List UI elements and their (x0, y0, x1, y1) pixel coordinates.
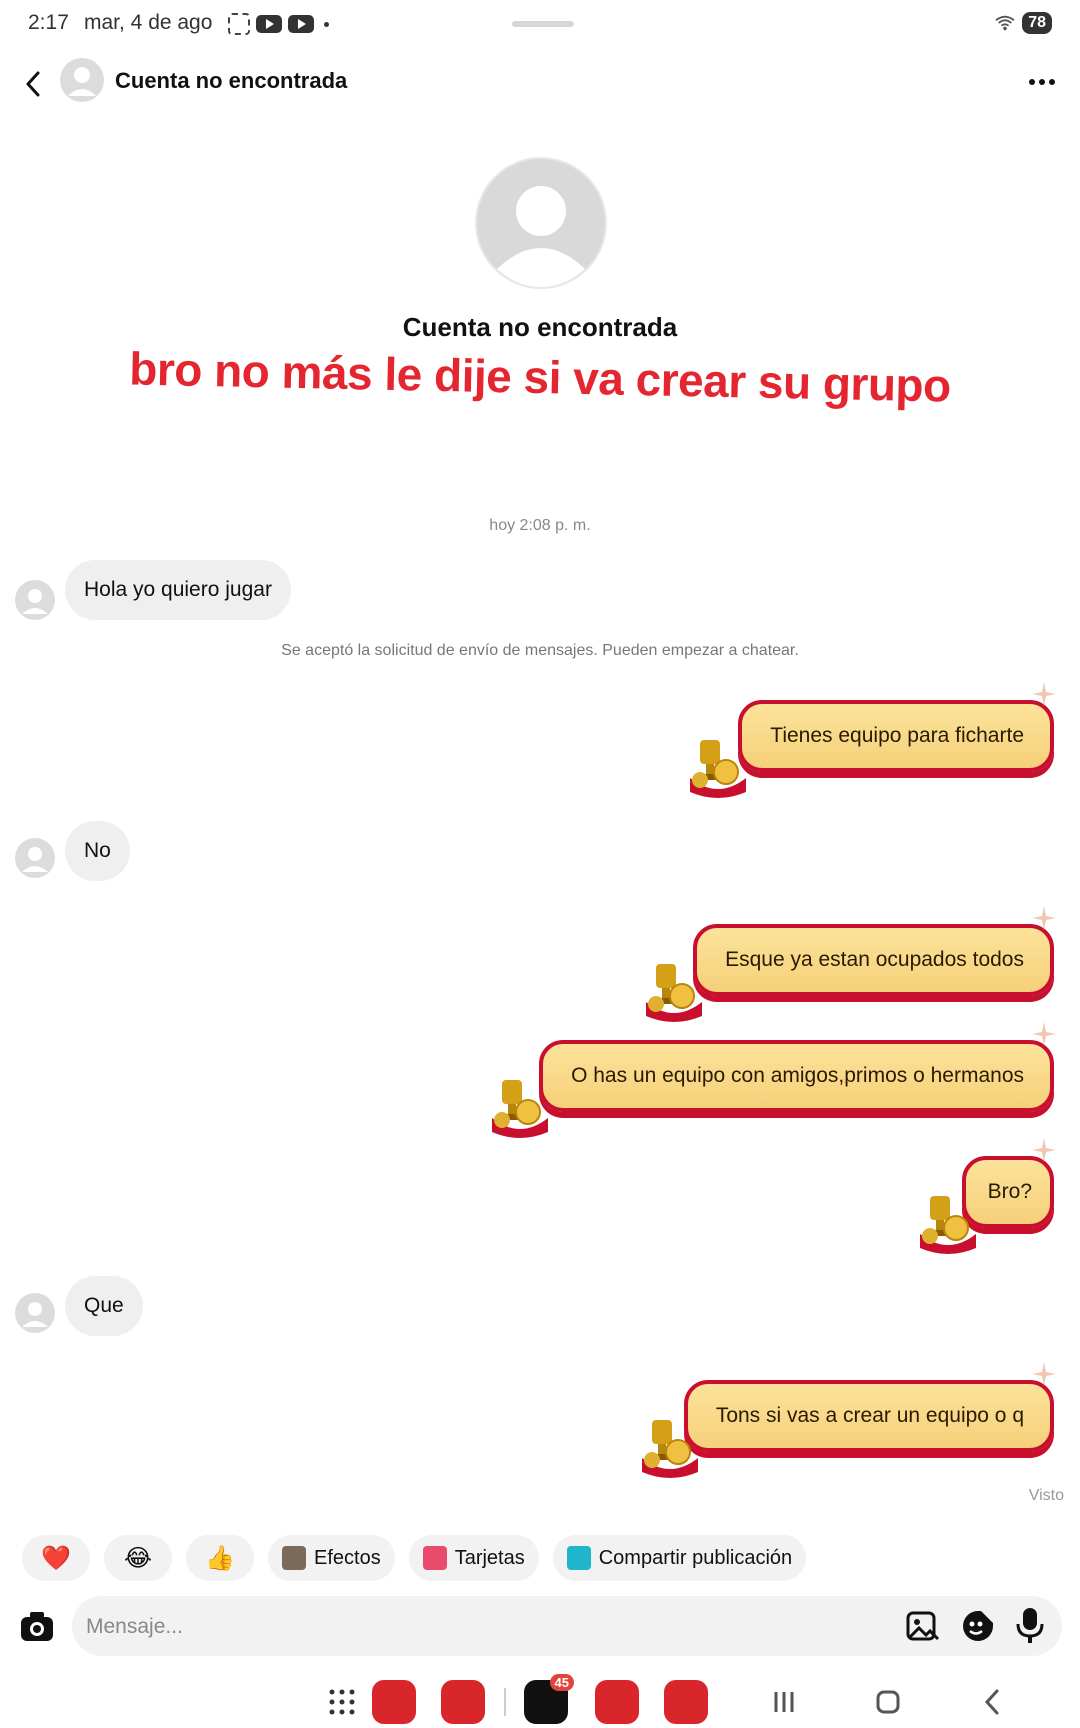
message-bubble: Esque ya estan ocupados todos (693, 924, 1054, 996)
gallery-icon[interactable] (906, 1609, 940, 1643)
cards-button[interactable]: Tarjetas (408, 1535, 539, 1581)
status-date: mar, 4 de ago (84, 11, 213, 34)
effects-button[interactable]: Efectos (268, 1535, 395, 1581)
status-notification-icons (228, 13, 329, 35)
recent-apps-icon[interactable] (762, 1680, 806, 1724)
outgoing-message[interactable]: Bro? (920, 1138, 1064, 1254)
microphone-icon[interactable] (1015, 1606, 1045, 1644)
notes-app-icon[interactable] (372, 1680, 416, 1724)
wifi-icon (995, 15, 1015, 31)
sparkle-icon (1032, 682, 1056, 706)
trophy-icon (646, 964, 702, 1022)
sparkle-icon (1032, 1022, 1056, 1046)
message-bubble: Tienes equipo para ficharte (738, 700, 1054, 772)
avatar[interactable] (60, 58, 104, 102)
status-bar: 2:17 mar, 4 de ago 78 (0, 0, 1080, 48)
sparkle-icon (1032, 1362, 1056, 1386)
cards-icon (422, 1546, 447, 1570)
status-system-icons: 78 (994, 12, 1052, 34)
messages-app-icon[interactable] (595, 1680, 639, 1724)
incoming-message[interactable]: Que (65, 1276, 143, 1336)
incoming-message[interactable]: No (65, 821, 130, 881)
pull-handle[interactable] (512, 21, 574, 27)
trophy-icon (920, 1196, 976, 1254)
message-bubble: Tons si vas a crear un equipo o q (683, 1380, 1054, 1452)
system-navigation-bar: 45 (0, 1672, 1080, 1728)
thumbs-up-reaction-button[interactable]: 👍 (186, 1535, 254, 1581)
effects-icon (282, 1546, 306, 1570)
overlay-caption: bro no más le dije si va crear su grupo (128, 342, 952, 412)
trophy-icon (492, 1080, 548, 1138)
dock-divider (504, 1688, 506, 1716)
tiktok-app-icon[interactable]: 45 (524, 1674, 574, 1724)
more-notifications-icon (324, 21, 329, 27)
chat-header: Cuenta no encontrada (0, 56, 1080, 120)
incoming-message[interactable]: Hola yo quiero jugar (65, 560, 291, 620)
sticker-icon[interactable] (961, 1609, 995, 1643)
back-nav-icon[interactable] (970, 1680, 1014, 1724)
screenshot-icon (228, 13, 250, 35)
trophy-icon (690, 740, 746, 798)
seen-indicator: Visto (1028, 1487, 1064, 1504)
status-time: 2:17 (28, 11, 69, 34)
share-post-label: Compartir publicación (598, 1546, 793, 1569)
heart-reaction-button[interactable]: ❤️ (22, 1535, 90, 1581)
share-post-icon (566, 1546, 591, 1570)
back-arrow-icon[interactable] (18, 62, 48, 106)
cards-label: Tarjetas (454, 1546, 525, 1569)
chat-title[interactable]: Cuenta no encontrada (115, 68, 347, 94)
trophy-icon (642, 1420, 698, 1478)
more-options-icon[interactable] (1022, 64, 1062, 100)
outgoing-message[interactable]: Tienes equipo para ficharte (690, 682, 1064, 798)
home-icon[interactable] (866, 1680, 910, 1724)
message-timestamp: hoy 2:08 p. m. (489, 517, 591, 534)
sparkle-icon (1032, 1138, 1056, 1162)
avatar[interactable] (15, 580, 55, 620)
outgoing-message[interactable]: O has un equipo con amigos,primos o herm… (492, 1022, 1064, 1138)
camera-icon[interactable] (20, 1610, 54, 1642)
profile-avatar[interactable] (475, 157, 607, 289)
outgoing-message[interactable]: Tons si vas a crear un equipo o q (642, 1362, 1064, 1478)
notification-badge: 45 (549, 1674, 574, 1691)
message-input[interactable] (86, 1612, 786, 1642)
app-drawer-icon[interactable] (320, 1680, 364, 1724)
settings-app-icon[interactable] (664, 1680, 708, 1724)
quick-actions: ❤️ 😂 👍 Efectos Tarjetas Compartir public… (22, 1535, 807, 1581)
avatar[interactable] (15, 838, 55, 878)
effects-label: Efectos (314, 1546, 381, 1569)
star-app-icon[interactable] (441, 1680, 485, 1724)
youtube-icon (288, 15, 314, 33)
outgoing-message[interactable]: Esque ya estan ocupados todos (646, 906, 1064, 1022)
laugh-reaction-button[interactable]: 😂 (104, 1535, 172, 1581)
profile-name: Cuenta no encontrada (402, 312, 678, 342)
share-post-button[interactable]: Compartir publicación (552, 1535, 807, 1581)
avatar[interactable] (15, 1293, 55, 1333)
message-bubble: O has un equipo con amigos,primos o herm… (539, 1040, 1054, 1112)
youtube-icon (256, 15, 282, 33)
system-note: Se aceptó la solicitud de envío de mensa… (281, 642, 799, 659)
sparkle-icon (1032, 906, 1056, 930)
battery-indicator: 78 (1022, 12, 1052, 34)
